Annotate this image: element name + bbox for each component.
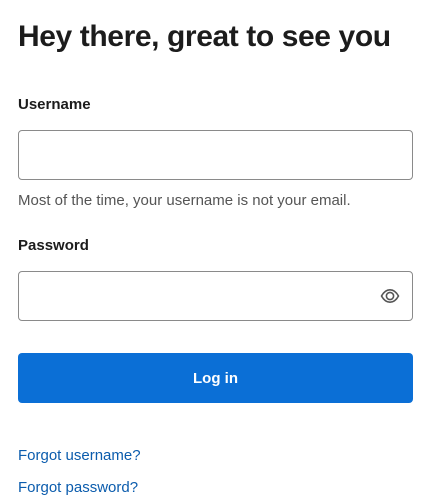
password-label: Password	[18, 237, 89, 254]
password-input[interactable]	[19, 272, 412, 320]
eye-icon	[380, 289, 400, 303]
username-helper-text: Most of the time, your username is not y…	[18, 192, 351, 209]
username-input[interactable]	[19, 131, 412, 179]
forgot-password-link[interactable]: Forgot password?	[18, 479, 138, 497]
forgot-username-link[interactable]: Forgot username?	[18, 447, 141, 465]
password-field[interactable]	[18, 271, 413, 321]
username-label: Username	[18, 96, 91, 113]
login-button[interactable]: Log in	[18, 353, 413, 403]
show-password-toggle[interactable]	[380, 287, 400, 305]
page-title: Hey there, great to see you	[18, 20, 391, 53]
username-field[interactable]	[18, 130, 413, 180]
